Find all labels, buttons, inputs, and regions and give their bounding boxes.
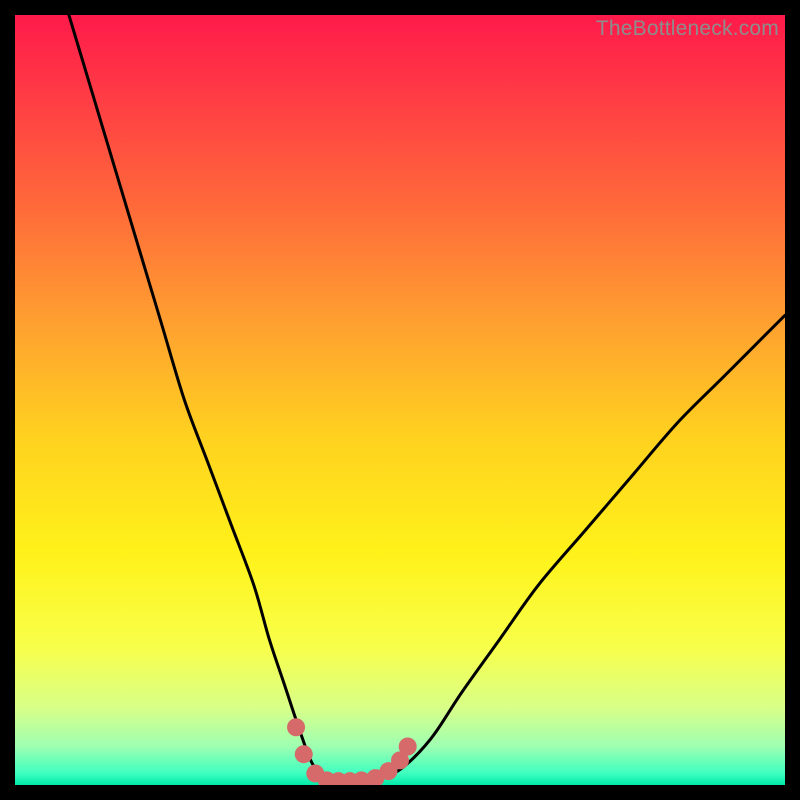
bottom-dot [287,718,305,736]
watermark-text: TheBottleneck.com [596,17,779,41]
bottom-dot [399,738,417,756]
chart-frame: TheBottleneck.com [15,15,785,785]
bottom-dot [295,745,313,763]
bottleneck-chart [15,15,785,785]
gradient-background [15,15,785,785]
